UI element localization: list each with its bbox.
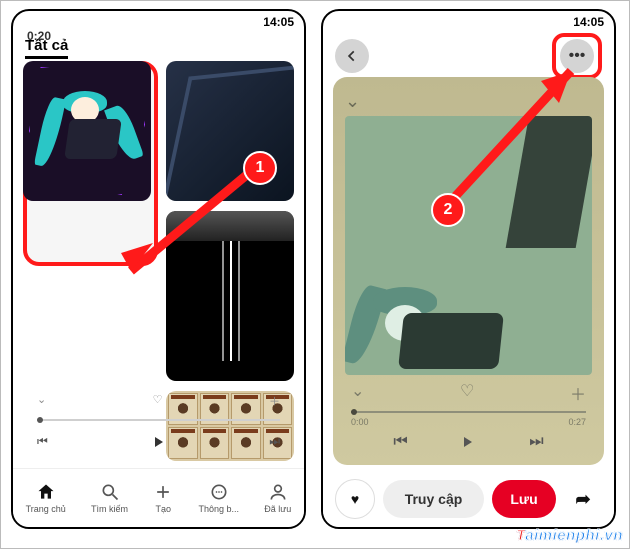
detail-action-bar: ♥ Truy cập Lưu ➦ [323,471,614,527]
save-label: Lưu [510,491,537,507]
clock: 14:05 [573,15,604,29]
bottom-nav: Trang chủ Tìm kiếm Tạo Thông b... Đã lưu [13,468,304,527]
share-icon: ➦ [575,489,590,510]
step-number: 1 [256,159,265,177]
nav-search-label: Tìm kiếm [91,504,128,514]
heart-filled-icon: ♥ [351,491,359,507]
mini-progress-bar[interactable] [37,419,280,421]
add-icon[interactable]: ＋ [269,393,280,409]
arrow-1 [91,161,261,301]
next-icon[interactable]: ⏭ [269,434,280,449]
mini-player-icons: ⌄ ♡ ＋ [37,393,280,409]
home-icon [36,482,56,502]
player-icon-row: ⌄ ♡ ＋ [345,375,592,407]
nav-home[interactable]: Trang chủ [26,482,66,514]
react-button[interactable]: ♥ [335,479,375,519]
mini-player-controls: ⏮ ⏭ [37,434,280,449]
plus-icon [153,482,173,502]
watermark-name: aimienphi [525,527,600,544]
nav-notif-label: Thông b... [199,504,240,514]
pin-artwork [41,91,131,171]
search-icon [100,482,120,502]
share-button[interactable]: ➦ [564,480,602,518]
arrow-2 [431,51,601,211]
collapse-icon[interactable]: ⌄ [351,381,364,405]
nav-saved[interactable]: Đã lưu [264,482,291,514]
collapse-icon[interactable]: ⌄ [345,91,360,112]
next-icon[interactable]: ⏭ [529,433,543,451]
progress-bar[interactable] [351,411,586,413]
pin-duration-label: 0:20 [27,29,51,43]
nav-notifications[interactable]: Thông b... [199,482,240,514]
status-bar: 14:05 [323,11,614,33]
status-bar: 14:05 [13,11,304,33]
clock: 14:05 [263,15,294,29]
visit-button[interactable]: Truy cập [383,480,484,518]
chat-icon [209,482,229,502]
play-icon[interactable] [155,437,163,447]
play-icon[interactable] [464,437,472,447]
time-elapsed: 0:00 [351,417,369,427]
save-button[interactable]: Lưu [492,480,556,518]
chevron-left-icon [345,49,359,63]
nav-saved-label: Đã lưu [264,504,291,514]
watermark-suffix: .vn [600,527,623,544]
time-total: 0:27 [568,417,586,427]
step-number: 2 [444,201,453,219]
collapse-icon[interactable]: ⌄ [37,393,46,409]
heart-icon[interactable]: ♡ [460,381,474,405]
visit-label: Truy cập [405,491,463,507]
heart-icon[interactable]: ♡ [153,393,163,409]
step-badge-1: 1 [243,151,277,185]
prev-icon[interactable]: ⏮ [393,433,407,451]
nav-create[interactable]: Tạo [153,482,173,514]
watermark: Taimienphi.vn [516,527,623,544]
nav-home-label: Trang chủ [26,504,66,514]
step-badge-2: 2 [431,193,465,227]
nav-search[interactable]: Tìm kiếm [91,482,128,514]
time-labels: 0:00 0:27 [345,417,592,427]
watermark-t: T [516,527,525,544]
person-icon [268,482,288,502]
back-button[interactable] [335,39,369,73]
feed-tabs: Tất cả [13,33,304,59]
nav-create-label: Tạo [156,504,172,514]
player-controls: ⏮ ⏭ [345,427,592,457]
add-icon[interactable]: ＋ [570,381,586,405]
prev-icon[interactable]: ⏮ [37,434,48,449]
